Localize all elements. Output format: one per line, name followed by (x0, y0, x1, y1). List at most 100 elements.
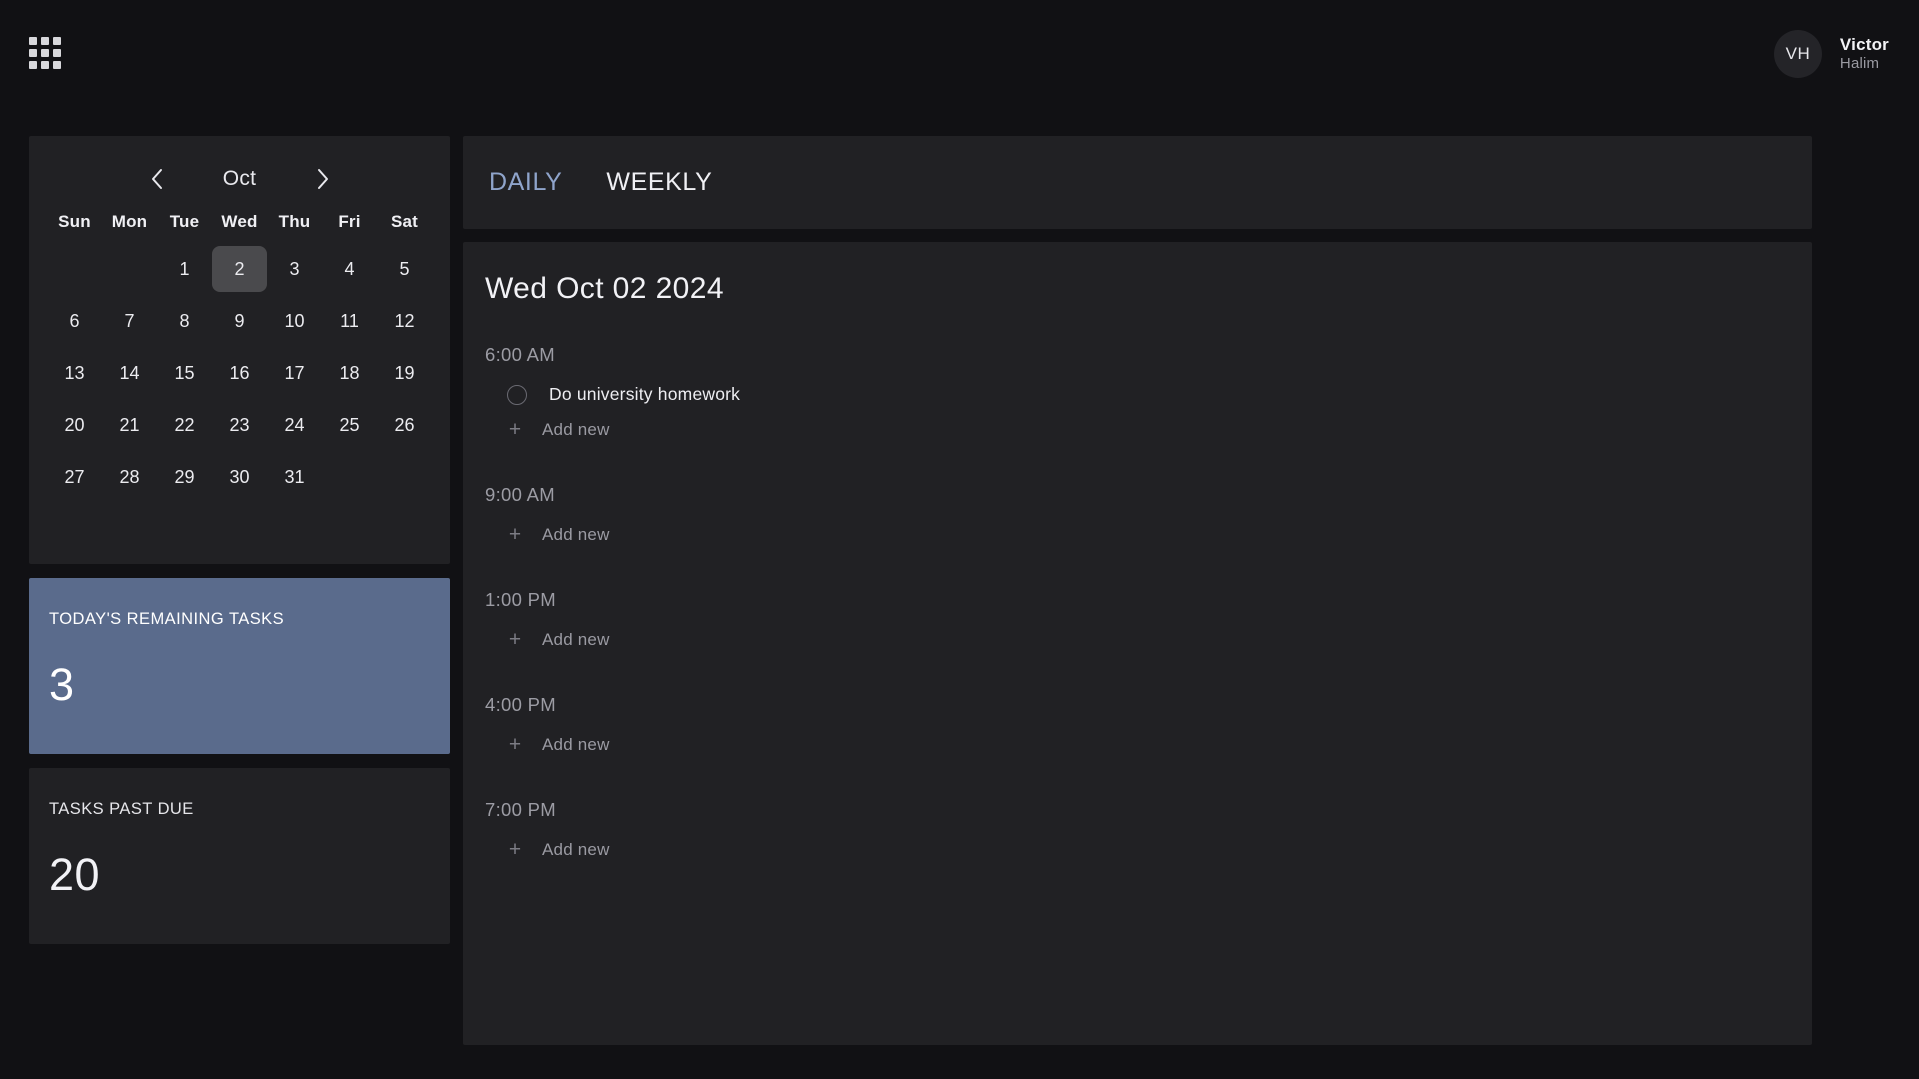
calendar-day-4[interactable]: 4 (322, 246, 377, 292)
grid-dot (41, 61, 49, 69)
grid-dot (29, 49, 37, 57)
slot-time-label: 6:00 AM (485, 344, 555, 365)
calendar-day-6[interactable]: 6 (47, 298, 102, 344)
calendar-day-empty (102, 246, 157, 292)
time-slot-list: 6:00 AM Do university homework + Add new 9:0… (485, 344, 1790, 860)
calendar-day-7[interactable]: 7 (102, 298, 157, 344)
calendar-day-13[interactable]: 13 (47, 350, 102, 396)
grid-dot (29, 61, 37, 69)
calendar-day-31[interactable]: 31 (267, 454, 322, 500)
user-name-block: Victor Halim (1840, 34, 1889, 74)
slot-time-label: 1:00 PM (485, 589, 556, 610)
calendar-day-25[interactable]: 25 (322, 402, 377, 448)
calendar-day-3[interactable]: 3 (267, 246, 322, 292)
calendar-grid: 1 2 3 4 5 6 7 8 9 10 11 12 13 14 15 16 17 18 19 20 21 22 23 24 2… (47, 246, 432, 500)
weekday-label: Thu (278, 212, 311, 231)
grid-dot (53, 61, 61, 69)
add-new-task-button[interactable]: + Add new (485, 839, 1790, 860)
time-slot: 1:00 PM + Add new (485, 589, 1790, 650)
calendar-day-27[interactable]: 27 (47, 454, 102, 500)
grid-dot (41, 37, 49, 45)
calendar-day-16[interactable]: 16 (212, 350, 267, 396)
calendar-day-8[interactable]: 8 (157, 298, 212, 344)
calendar-day-10[interactable]: 10 (267, 298, 322, 344)
calendar-header: Oct (47, 162, 432, 196)
calendar-month-label: Oct (222, 167, 257, 190)
time-slot: 7:00 PM + Add new (485, 799, 1790, 860)
calendar-day-empty (47, 246, 102, 292)
calendar-day-24[interactable]: 24 (267, 402, 322, 448)
tab-weekly[interactable]: WEEKLY (604, 164, 714, 201)
grid-dot (53, 37, 61, 45)
grid-dot (53, 49, 61, 57)
calendar-day-9[interactable]: 9 (212, 298, 267, 344)
calendar-day-22[interactable]: 22 (157, 402, 212, 448)
weekday-label: Sun (58, 212, 91, 231)
add-new-label: Add new (542, 419, 610, 439)
left-sidebar: Oct Sun Mon Tue Wed Thu Fri Sat 12345678… (29, 136, 450, 944)
stat-card-remaining-tasks[interactable]: TODAY'S REMAINING TASKS 3 (29, 578, 450, 754)
chevron-left-icon[interactable] (145, 167, 169, 191)
stat-title: TASKS PAST DUE (49, 800, 194, 818)
user-profile[interactable]: VH Victor Halim (1773, 30, 1889, 78)
calendar-week-row: 27 28 29 30 31 (47, 454, 432, 500)
slot-time-label: 9:00 AM (485, 484, 555, 505)
task-row[interactable]: Do university homework (485, 384, 1790, 405)
calendar-day-17[interactable]: 17 (267, 350, 322, 396)
add-new-task-button[interactable]: + Add new (485, 419, 1790, 440)
stat-value: 20 (49, 849, 101, 900)
add-new-task-button[interactable]: + Add new (485, 629, 1790, 650)
add-new-label: Add new (542, 734, 610, 754)
plus-icon: + (508, 418, 522, 441)
grid-menu-icon[interactable] (29, 37, 61, 69)
tab-daily[interactable]: DAILY (487, 164, 564, 201)
add-new-task-button[interactable]: + Add new (485, 734, 1790, 755)
calendar-day-1[interactable]: 1 (157, 246, 212, 292)
calendar-day-14[interactable]: 14 (102, 350, 157, 396)
avatar[interactable]: VH (1773, 30, 1822, 78)
calendar-day-20[interactable]: 20 (47, 402, 102, 448)
chevron-right-icon[interactable] (311, 167, 335, 191)
task-label: Do university homework (549, 384, 741, 404)
slot-time-label: 4:00 PM (485, 694, 556, 715)
task-checkbox-icon[interactable] (507, 384, 527, 405)
calendar-day-2[interactable]: 2 (212, 246, 267, 292)
plus-icon: + (508, 628, 522, 651)
stat-title: TODAY'S REMAINING TASKS (49, 610, 285, 628)
time-slot: 6:00 AM Do university homework + Add new (485, 344, 1790, 440)
add-new-label: Add new (542, 524, 610, 544)
calendar-day-empty (377, 454, 432, 500)
day-schedule-panel: Wed Oct 02 2024 6:00 AM Do university hom… (463, 242, 1812, 1045)
calendar-day-5[interactable]: 5 (377, 246, 432, 292)
add-new-label: Add new (542, 839, 610, 859)
user-first-name: Victor (1839, 35, 1889, 54)
calendar-day-18[interactable]: 18 (322, 350, 377, 396)
plus-icon: + (508, 523, 522, 546)
calendar-day-11[interactable]: 11 (322, 298, 377, 344)
calendar-day-26[interactable]: 26 (377, 402, 432, 448)
plus-icon: + (508, 838, 522, 861)
slot-time-label: 7:00 PM (485, 799, 556, 820)
view-tabs: DAILY WEEKLY (463, 136, 1812, 229)
calendar-day-30[interactable]: 30 (212, 454, 267, 500)
calendar-day-empty (322, 454, 377, 500)
calendar-week-row: 20 21 22 23 24 25 26 (47, 402, 432, 448)
calendar-day-19[interactable]: 19 (377, 350, 432, 396)
calendar-week-row: 13 14 15 16 17 18 19 (47, 350, 432, 396)
calendar-day-12[interactable]: 12 (377, 298, 432, 344)
calendar-day-29[interactable]: 29 (157, 454, 212, 500)
weekday-label: Sat (390, 212, 419, 231)
calendar-day-28[interactable]: 28 (102, 454, 157, 500)
calendar-weekday-row: Sun Mon Tue Wed Thu Fri Sat (47, 212, 432, 232)
plus-icon: + (508, 733, 522, 756)
page-title: Wed Oct 02 2024 (485, 272, 724, 305)
weekday-label: Wed (221, 212, 258, 231)
calendar-week-row: 12345 (47, 246, 432, 292)
calendar-day-15[interactable]: 15 (157, 350, 212, 396)
calendar-day-23[interactable]: 23 (212, 402, 267, 448)
add-new-task-button[interactable]: + Add new (485, 524, 1790, 545)
calendar-day-21[interactable]: 21 (102, 402, 157, 448)
grid-dot (29, 37, 37, 45)
weekday-label: Fri (338, 212, 361, 231)
stat-card-past-due[interactable]: TASKS PAST DUE 20 (29, 768, 450, 944)
